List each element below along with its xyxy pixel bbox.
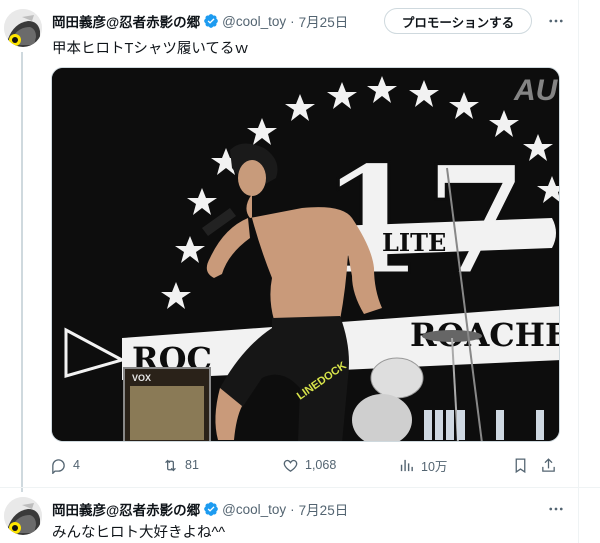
post-header: 岡田義彦@忍者赤影の郷 @cool_toy · 7月25日 <box>52 499 348 519</box>
post-photo[interactable]: 17 LITE ROC ROACHES VOX <box>51 67 560 442</box>
promote-button[interactable]: プロモーションする <box>384 8 532 34</box>
post-text: みんなヒロト大好きよね^^ <box>52 525 226 541</box>
retweet-icon <box>165 459 176 471</box>
display-name[interactable]: 岡田義彦@忍者赤影の郷 <box>52 11 200 31</box>
view-count: 10万 <box>421 459 448 474</box>
handle[interactable]: @cool_toy <box>222 502 286 517</box>
retweet-count: 81 <box>185 458 199 472</box>
display-name[interactable]: 岡田義彦@忍者赤影の郷 <box>52 499 200 519</box>
separator-dot: · <box>290 501 295 517</box>
channel-logo: AU <box>513 74 559 107</box>
handle[interactable]: @cool_toy <box>222 14 286 29</box>
avatar-image <box>4 497 42 535</box>
post[interactable]: 岡田義彦@忍者赤影の郷 @cool_toy · 7月25日 みんなヒロト大好きよ… <box>0 488 600 543</box>
post-text: 甲本ヒロトTシャツ履いてるｗ <box>52 41 249 57</box>
reply-button[interactable]: 4 <box>50 452 80 478</box>
reply-count: 4 <box>73 458 80 472</box>
post-date[interactable]: 7月25日 <box>299 11 349 31</box>
bookmark-icon <box>515 457 526 473</box>
concert-photo: 17 LITE ROC ROACHES VOX <box>52 68 559 441</box>
like-count: 1,068 <box>305 458 337 472</box>
views-button[interactable]: 10万 <box>398 452 447 478</box>
heart-icon <box>283 459 298 472</box>
verified-badge-icon <box>203 13 219 29</box>
post-date[interactable]: 7月25日 <box>299 499 349 519</box>
like-button[interactable]: 1,068 <box>282 452 336 478</box>
bookmark-button[interactable] <box>512 452 529 478</box>
post[interactable]: 岡田義彦@忍者赤影の郷 @cool_toy · 7月25日 プロモーションする … <box>0 0 600 492</box>
post-actions: 4 81 1,068 10万 <box>50 452 560 478</box>
avatar-image <box>4 9 42 47</box>
views-icon <box>400 459 413 471</box>
post-header: 岡田義彦@忍者赤影の郷 @cool_toy · 7月25日 <box>52 11 348 31</box>
verified-badge-icon <box>203 501 219 517</box>
share-icon <box>542 457 555 472</box>
share-button[interactable] <box>540 452 557 478</box>
more-options-icon[interactable] <box>544 10 568 32</box>
stage-text-lite: LITE <box>382 228 446 257</box>
avatar[interactable] <box>4 497 42 535</box>
amp-label: VOX <box>132 373 151 383</box>
avatar[interactable] <box>4 9 42 47</box>
reply-icon <box>52 458 65 474</box>
retweet-button[interactable]: 81 <box>162 452 199 478</box>
more-options-icon[interactable] <box>544 498 568 520</box>
thread-line <box>21 52 23 492</box>
separator-dot: · <box>290 13 295 29</box>
